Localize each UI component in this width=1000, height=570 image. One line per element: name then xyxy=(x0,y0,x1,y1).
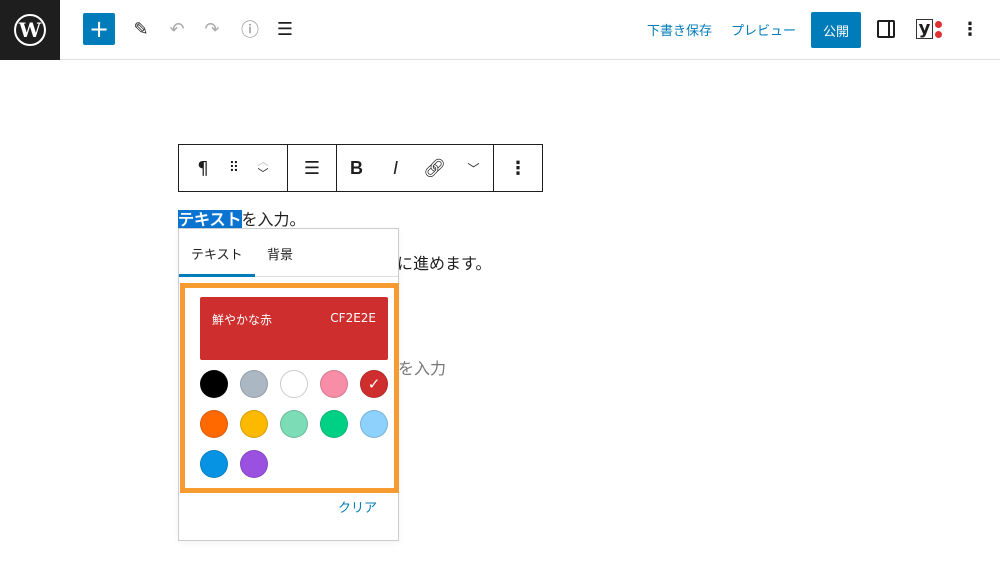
color-hex: CF2E2E xyxy=(330,311,376,325)
block-toolbar: ¶ ⠿ ︿ ﹀ ☰ B I 🔗︎ ﹀ ⋮ xyxy=(178,144,543,192)
italic-button[interactable]: I xyxy=(378,145,414,191)
color-swatch[interactable] xyxy=(200,450,228,478)
color-swatch[interactable] xyxy=(280,410,308,438)
list-view-icon[interactable]: ☰ xyxy=(272,16,298,42)
link-icon[interactable]: 🔗︎ xyxy=(417,145,453,191)
check-icon: ✓ xyxy=(367,375,381,393)
redo-icon[interactable]: ↷ xyxy=(199,16,225,42)
color-swatch[interactable] xyxy=(320,410,348,438)
add-block-button[interactable]: + xyxy=(83,13,115,45)
selected-text: テキスト xyxy=(178,210,242,229)
edit-tool-icon[interactable]: ✎ xyxy=(128,16,154,42)
tab-background[interactable]: 背景 xyxy=(267,244,293,263)
publish-button[interactable]: 公開 xyxy=(811,12,861,48)
clear-button[interactable]: クリア xyxy=(338,497,377,516)
align-icon[interactable]: ☰ xyxy=(294,145,330,191)
more-formats-chevron-icon[interactable]: ﹀ xyxy=(456,145,492,191)
preview-button[interactable]: プレビュー xyxy=(731,20,796,39)
drag-handle-icon[interactable]: ⠿ xyxy=(221,145,247,191)
more-options-icon[interactable]: ⋮ xyxy=(960,16,980,42)
bold-button[interactable]: B xyxy=(339,145,375,191)
settings-sidebar-icon[interactable] xyxy=(877,20,895,38)
color-swatch[interactable]: ✓ xyxy=(360,370,388,398)
block-options-icon[interactable]: ⋮ xyxy=(500,145,536,191)
yoast-icon[interactable]: y xyxy=(913,16,945,42)
info-icon[interactable]: ⓘ xyxy=(237,16,263,42)
paragraph-placeholder[interactable]: を入力 xyxy=(398,355,446,379)
text: を入力。 xyxy=(241,210,306,229)
color-swatch[interactable] xyxy=(240,450,268,478)
move-up-down-icon[interactable]: ︿ ﹀ xyxy=(247,145,279,191)
color-swatch[interactable] xyxy=(200,370,228,398)
wordpress-logo-button[interactable]: W xyxy=(0,0,60,60)
color-swatch[interactable] xyxy=(280,370,308,398)
highlight-frame: 鮮やかな赤 CF2E2E ✓ xyxy=(180,283,399,493)
active-tab-indicator xyxy=(179,274,255,277)
selected-color-preview: 鮮やかな赤 CF2E2E xyxy=(200,297,388,360)
wordpress-icon: W xyxy=(14,14,46,46)
undo-icon[interactable]: ↶ xyxy=(164,16,190,42)
paragraph-block-icon[interactable]: ¶ xyxy=(185,145,221,191)
color-name: 鮮やかな赤 xyxy=(212,313,273,327)
paragraph-line-1[interactable]: テキストを入力。 xyxy=(178,206,306,230)
plus-icon: + xyxy=(88,15,110,43)
color-swatch[interactable] xyxy=(320,370,348,398)
color-popover: テキスト 背景 鮮やかな赤 CF2E2E ✓ クリア xyxy=(178,228,399,541)
save-draft-button[interactable]: 下書き保存 xyxy=(647,20,712,39)
tab-text[interactable]: テキスト xyxy=(191,244,243,263)
color-swatch[interactable] xyxy=(360,410,388,438)
svg-text:W: W xyxy=(18,18,42,42)
color-swatch[interactable] xyxy=(240,410,268,438)
editor-header: W + ✎ ↶ ↷ ⓘ ☰ 下書き保存 プレビュー 公開 y ⋮ xyxy=(0,0,1000,60)
color-swatch[interactable] xyxy=(200,410,228,438)
color-swatch[interactable] xyxy=(240,370,268,398)
